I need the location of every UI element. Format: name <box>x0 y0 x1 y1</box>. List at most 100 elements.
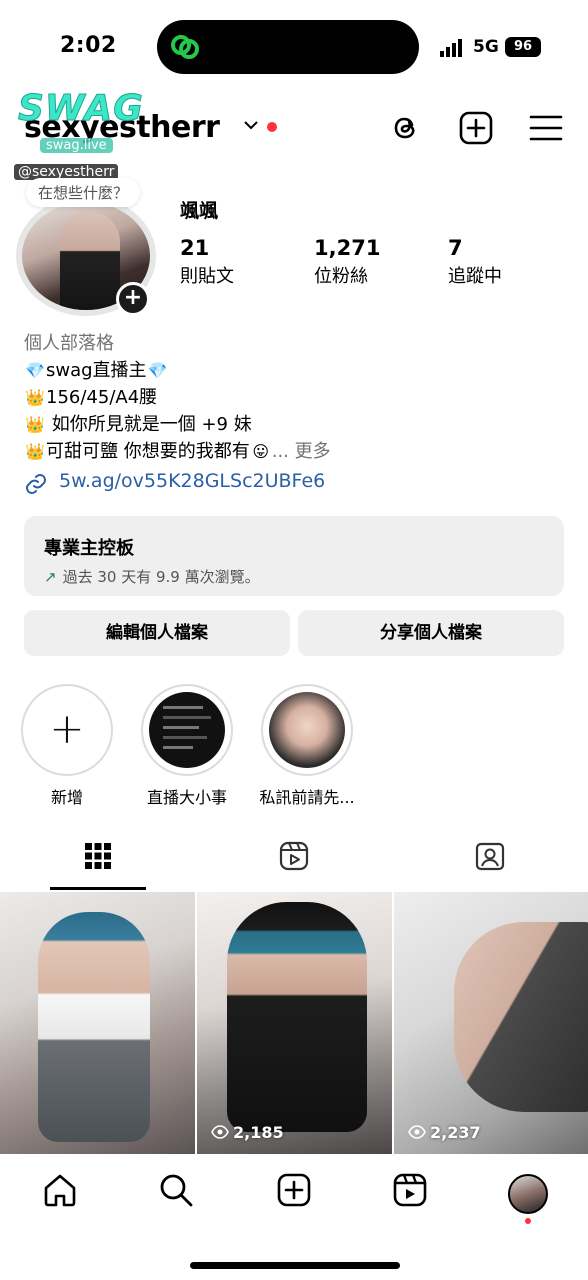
dashboard-views: 過去 30 天有 9.9 萬次瀏覽。 <box>62 568 260 586</box>
bio-line: 👑 如你所見就是一個 +9 妹 <box>24 411 564 438</box>
bio-text: swag直播主 <box>46 360 147 381</box>
bio-line: 👑156/45/A4腰 <box>24 384 564 411</box>
bio-link[interactable]: 5w.ag/ov55K28GLSc2UBFe6 <box>24 470 326 494</box>
threads-icon <box>394 117 415 139</box>
nav-profile-avatar[interactable] <box>508 1174 548 1214</box>
tongue-emoji-icon: 😛 <box>252 442 270 461</box>
bio-category: 個人部落格 <box>24 333 114 354</box>
stat-label: 追蹤中 <box>448 266 502 287</box>
reels-icon <box>393 1173 427 1207</box>
dashboard-subtitle: ↗ 過去 30 天有 9.9 萬次瀏覽。 <box>44 566 544 587</box>
tagged-icon <box>475 842 505 871</box>
post-figure <box>227 902 367 1132</box>
highlight-circle <box>261 684 353 776</box>
post-thumbnail[interactable]: 2,185 <box>197 892 392 1154</box>
stat-value: 21 <box>180 236 210 260</box>
view-count: 2,237 <box>408 1123 481 1142</box>
stat-following[interactable]: 7 追蹤中 <box>448 236 502 288</box>
diamond-icon: 💎 <box>147 361 168 380</box>
note-bubble[interactable]: 在想些什麼？ <box>26 178 141 207</box>
stat-label: 則貼文 <box>180 266 234 287</box>
bio-text: 156/45/A4腰 <box>46 387 158 408</box>
nav-reels[interactable] <box>392 1172 432 1212</box>
tab-tagged[interactable] <box>392 836 588 892</box>
bio: 個人部落格 💎swag直播主💎 👑156/45/A4腰 👑 如你所見就是一個 +… <box>24 330 564 465</box>
grid-icon <box>85 843 111 869</box>
post-figure <box>38 912 150 1142</box>
view-count-value: 2,185 <box>233 1123 284 1142</box>
highlight-dm[interactable]: 私訊前請先... <box>252 684 362 808</box>
bio-link-text: 5w.ag/ov55K28GLSc2UBFe6 <box>59 470 326 492</box>
status-bar: 2:02 5G 96 <box>0 0 588 92</box>
highlight-cover <box>269 692 345 768</box>
add-story-button[interactable]: + <box>116 282 150 316</box>
active-tab-indicator <box>50 887 146 890</box>
highlight-cover <box>149 692 225 768</box>
view-count: 2,185 <box>211 1123 284 1142</box>
home-icon <box>44 1174 76 1207</box>
status-time: 2:02 <box>60 33 117 58</box>
stat-posts[interactable]: 21 則貼文 <box>180 236 234 288</box>
reels-icon <box>279 841 309 871</box>
notification-dot <box>525 1218 531 1224</box>
bio-text: 可甜可鹽 你想要的我都有 <box>46 441 250 462</box>
menu-icon <box>529 115 563 141</box>
highlight-new[interactable]: + 新增 <box>12 684 122 808</box>
notification-dot <box>267 122 277 132</box>
eye-icon <box>211 1125 229 1139</box>
crown-icon: 👑 <box>25 415 45 434</box>
dynamic-island <box>157 20 419 74</box>
plus-icon: + <box>49 704 85 753</box>
username[interactable]: sexyestherr <box>24 110 220 145</box>
bio-line: 👑可甜可鹽 你想要的我都有 😛... 更多 <box>24 438 564 465</box>
highlight-label: 私訊前請先... <box>259 788 355 807</box>
display-name: 颯颯 <box>180 200 219 222</box>
profile-tabs <box>0 836 588 892</box>
more-ellipsis: ... <box>271 441 295 462</box>
edit-profile-button[interactable]: 編輯個人檔案 <box>24 610 290 656</box>
nav-create[interactable] <box>276 1172 316 1212</box>
crown-icon: 👑 <box>25 388 45 407</box>
highlight-label: 新增 <box>50 788 83 807</box>
dashboard-title: 專業主控板 <box>44 538 134 559</box>
post-thumbnail[interactable]: 2,237 <box>394 892 588 1154</box>
avatar-figure <box>60 212 120 310</box>
highlight-circle: + <box>21 684 113 776</box>
trend-up-icon: ↗ <box>44 568 57 586</box>
profile-header: sexyestherr <box>0 92 588 172</box>
stat-label: 位粉絲 <box>314 266 368 287</box>
bio-line: 💎swag直播主💎 <box>24 357 564 384</box>
tab-reels[interactable] <box>196 836 392 892</box>
post-thumbnail[interactable] <box>0 892 195 1154</box>
nav-home[interactable] <box>42 1172 82 1212</box>
more-link[interactable]: 更多 <box>295 441 331 462</box>
highlight-circle <box>141 684 233 776</box>
nav-search[interactable] <box>158 1172 198 1212</box>
eye-icon <box>408 1125 426 1139</box>
network-type: 5G <box>473 37 499 57</box>
menu-button[interactable] <box>528 110 564 146</box>
highlight-live[interactable]: 直播大小事 <box>132 684 242 808</box>
signal-icon <box>440 39 462 57</box>
chevron-down-icon[interactable] <box>242 116 260 134</box>
stat-value: 7 <box>448 236 463 260</box>
threads-button[interactable] <box>388 110 424 146</box>
stat-value: 1,271 <box>314 236 381 260</box>
battery-level: 96 <box>505 37 541 57</box>
search-icon <box>160 1174 193 1207</box>
crown-icon: 👑 <box>25 442 45 461</box>
bio-text: 如你所見就是一個 +9 妹 <box>46 414 252 435</box>
create-icon <box>277 1173 311 1207</box>
professional-dashboard[interactable]: 專業主控板 ↗ 過去 30 天有 9.9 萬次瀏覽。 <box>24 516 564 596</box>
create-post-button[interactable] <box>458 110 494 146</box>
link-icon <box>26 474 46 494</box>
chat-screenshot-icon <box>163 706 211 749</box>
highlight-label: 直播大小事 <box>146 788 227 807</box>
stat-followers[interactable]: 1,271 位粉絲 <box>314 236 380 288</box>
create-post-icon <box>459 111 493 145</box>
link-icon <box>171 35 199 59</box>
diamond-icon: 💎 <box>25 361 45 380</box>
tab-grid[interactable] <box>0 836 196 892</box>
home-indicator <box>190 1262 400 1269</box>
share-profile-button[interactable]: 分享個人檔案 <box>298 610 564 656</box>
